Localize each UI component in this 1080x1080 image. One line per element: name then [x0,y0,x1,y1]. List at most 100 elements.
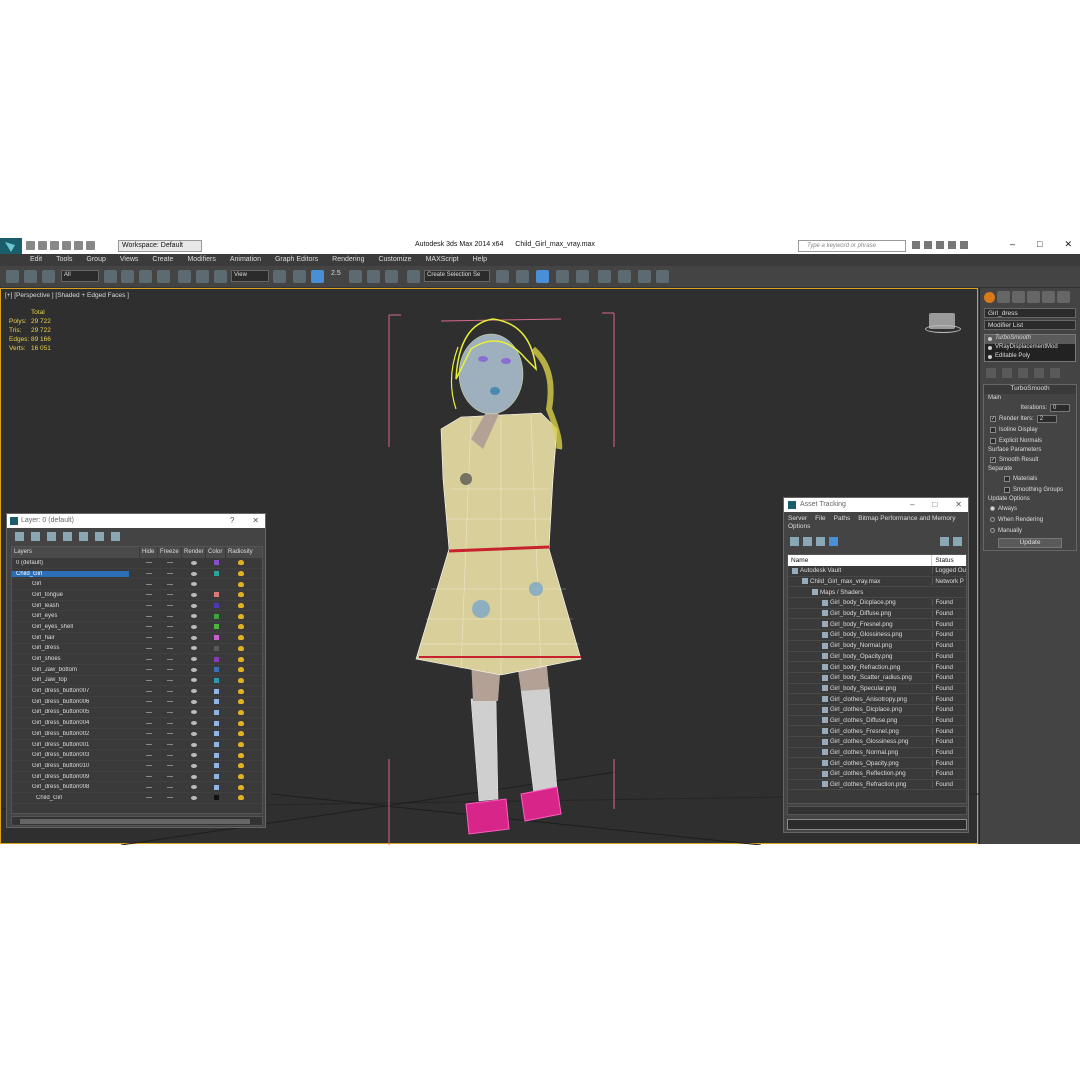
render-toggle[interactable] [182,686,206,696]
layer-row[interactable]: Girl_dress_button010 [12,761,262,772]
column-header[interactable]: Render [182,547,206,558]
freeze-toggle[interactable] [158,665,182,675]
asset-row[interactable]: Girl_clothes_Glossiness.png Found [788,737,966,748]
edit-named-selection-icon[interactable] [407,270,420,283]
hierarchy-tab-icon[interactable] [1012,291,1025,303]
mirror-icon[interactable] [496,270,509,283]
layer-name[interactable]: Girl_eyes [12,613,129,619]
current-layer-cell[interactable] [129,750,140,760]
color-swatch-cell[interactable] [206,633,226,643]
freeze-toggle[interactable] [158,622,182,632]
vault-icon[interactable] [953,537,962,546]
scale-icon[interactable] [214,270,227,283]
layer-name[interactable]: Girl_shoes [12,656,129,662]
close-button[interactable]: ✕ [1064,239,1072,250]
layer-name[interactable]: 0 (default) [12,560,129,566]
asset-row[interactable]: Girl_body_Opacity.png Found [788,652,966,663]
hide-toggle[interactable] [140,750,158,760]
menu-help[interactable]: Help [473,254,487,266]
hide-toggle[interactable] [140,579,158,589]
manually-radio[interactable] [990,528,995,533]
radiosity-toggle[interactable] [226,569,256,579]
layer-name[interactable]: Girl_eyes_shell [12,624,129,630]
color-swatch-cell[interactable] [206,729,226,739]
hide-toggle[interactable] [140,665,158,675]
layer-name[interactable]: Girl_dress_button003 [12,752,129,758]
rollout-title[interactable]: TurboSmooth [984,385,1076,394]
select-manipulate-icon[interactable] [293,270,306,283]
open-file-icon[interactable] [38,241,47,250]
ref-coord-dropdown[interactable]: View [231,270,269,282]
menu-create[interactable]: Create [152,254,173,266]
asset-name-cell[interactable]: Girl_clothes_Dicplace.png [788,706,932,713]
materials-checkbox[interactable] [1004,475,1010,482]
asset-row[interactable]: Girl_clothes_Normal.png Found [788,748,966,759]
asset-name-cell[interactable]: Girl_body_Fresnel.png [788,621,932,628]
current-layer-cell[interactable] [129,665,140,675]
display-tab-icon[interactable] [1042,291,1055,303]
radiosity-toggle[interactable] [226,590,256,600]
render-iters-spinner[interactable]: 2 [1036,414,1057,423]
close-button[interactable]: ✕ [252,516,259,525]
hide-toggle[interactable] [140,654,158,664]
color-swatch-cell[interactable] [206,772,226,782]
asset-row[interactable]: Maps / Shaders [788,587,966,599]
current-layer-cell[interactable] [129,740,140,750]
modifier-stack[interactable]: TurboSmooth VRayDisplacementMod Editable… [984,334,1076,362]
current-layer-cell[interactable] [129,579,140,589]
current-layer-cell[interactable] [129,772,140,782]
layer-row[interactable]: Girl_dress_button001 [12,740,262,751]
layer-name[interactable]: Girl_dress [12,645,129,651]
asset-name-cell[interactable]: Girl_clothes_Reflection.png [788,770,932,777]
binoculars-icon[interactable] [912,241,920,249]
menu-graph-editors[interactable]: Graph Editors [275,254,318,266]
select-object-icon[interactable] [104,270,117,283]
window-crossing-icon[interactable] [157,270,170,283]
remove-modifier-icon[interactable] [1034,368,1044,378]
utilities-tab-icon[interactable] [1057,291,1070,303]
render-teapot-icon[interactable] [656,270,669,283]
asset-name-cell[interactable]: Girl_body_Normal.png [788,642,932,649]
freeze-toggle[interactable] [158,601,182,611]
freeze-toggle[interactable] [158,579,182,589]
graphite-toggle-icon[interactable] [556,270,569,283]
color-swatch-cell[interactable] [206,644,226,654]
object-name-field[interactable]: Girl_dress [984,308,1076,318]
asset-name-cell[interactable]: Girl_body_Refraction.png [788,664,932,671]
list-view-icon[interactable] [803,537,812,546]
angle-snap-icon[interactable] [349,270,362,283]
radiosity-toggle[interactable] [226,633,256,643]
color-swatch-cell[interactable] [206,611,226,621]
asset-path-field[interactable] [787,819,967,830]
minimize-button[interactable]: – [910,500,914,509]
bind-space-warp-icon[interactable] [42,270,55,283]
freeze-toggle[interactable] [158,590,182,600]
render-toggle[interactable] [182,708,206,718]
layer-name[interactable]: Girl_Jaw_top [12,677,129,683]
asset-name-cell[interactable]: Girl_body_Scatter_radius.png [788,674,932,681]
hide-toggle[interactable] [140,718,158,728]
column-header[interactable]: Radiosity [226,547,256,558]
render-toggle[interactable] [182,590,206,600]
current-layer-cell[interactable] [129,708,140,718]
snaps-toggle-icon[interactable]: 2.5 [331,270,344,283]
current-layer-cell[interactable] [129,697,140,707]
asset-row[interactable]: Girl_body_Fresnel.png Found [788,619,966,631]
pivot-center-icon[interactable] [273,270,286,283]
spinner-snap-icon[interactable] [385,270,398,283]
render-toggle[interactable] [182,718,206,728]
radiosity-toggle[interactable] [226,740,256,750]
hide-toggle[interactable] [140,761,158,771]
current-layer-cell[interactable] [129,590,140,600]
color-swatch-cell[interactable] [206,569,226,579]
menu-modifiers[interactable]: Modifiers [187,254,215,266]
radiosity-toggle[interactable] [226,611,256,621]
stack-item[interactable]: TurboSmooth [985,335,1075,344]
layer-name[interactable]: Girl_dress_button007 [12,688,129,694]
menu-tools[interactable]: Tools [56,254,72,266]
radiosity-toggle[interactable] [226,793,256,803]
layer-name[interactable]: Girl_dress_button010 [12,763,129,769]
menu-rendering[interactable]: Rendering [332,254,364,266]
asset-row[interactable]: Girl_clothes_Fresnel.png Found [788,726,966,737]
radiosity-toggle[interactable] [226,686,256,696]
